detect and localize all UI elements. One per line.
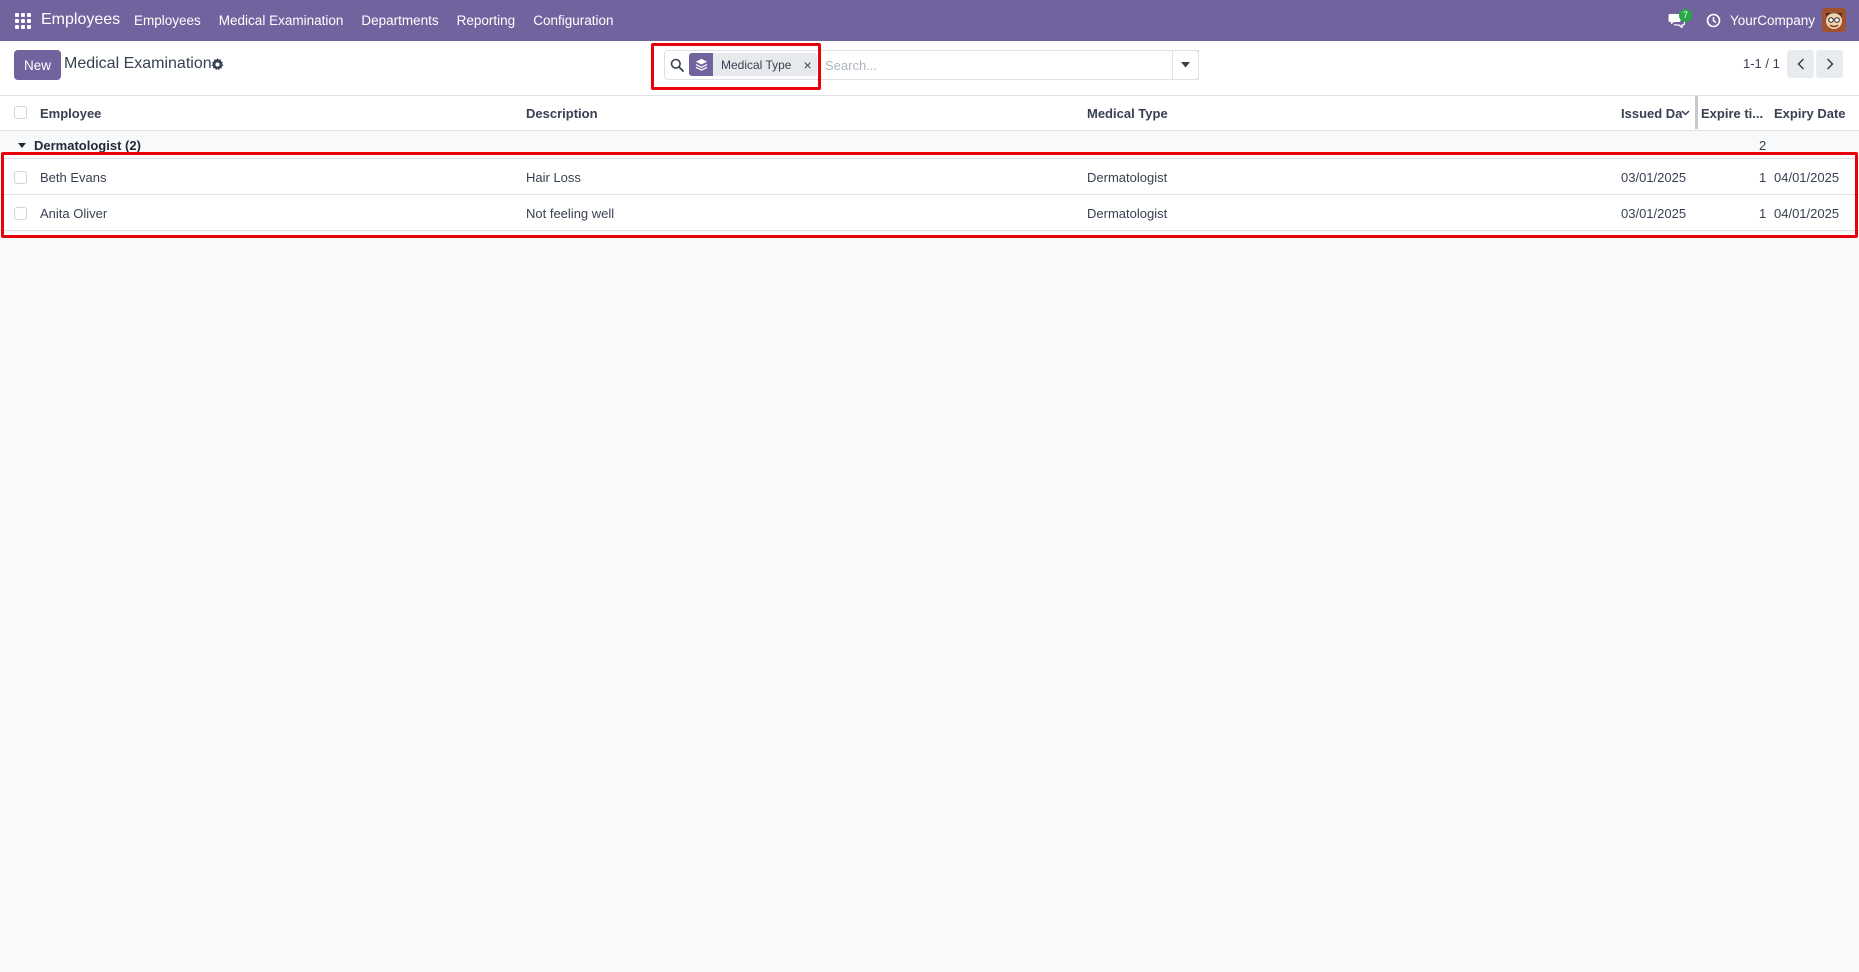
user-avatar[interactable] bbox=[1822, 8, 1846, 32]
menu-item-medical-examination[interactable]: Medical Examination bbox=[219, 13, 344, 28]
search-input[interactable] bbox=[825, 54, 1165, 76]
cell-issued-date: 03/01/2025 bbox=[1621, 206, 1687, 221]
top-navbar: Employees Employees Medical Examination … bbox=[0, 0, 1859, 41]
pager-previous-button[interactable] bbox=[1787, 50, 1814, 78]
cell-expire-time: 1 bbox=[1759, 170, 1767, 185]
page-title: Medical Examination bbox=[64, 55, 212, 72]
menu-item-employees[interactable]: Employees bbox=[134, 13, 201, 28]
column-header-issued-date[interactable]: Issued Da bbox=[1621, 106, 1682, 121]
cell-expire-time: 1 bbox=[1759, 206, 1767, 221]
cell-description: Hair Loss bbox=[526, 170, 581, 185]
control-panel: New Medical Examination Medical Type × 1… bbox=[0, 41, 1859, 96]
caret-down-icon bbox=[18, 143, 26, 148]
cell-description: Not feeling well bbox=[526, 206, 615, 221]
company-switcher[interactable]: YourCompany bbox=[1730, 13, 1815, 28]
sort-chevron-down-icon[interactable] bbox=[1681, 110, 1690, 116]
column-header-employee[interactable]: Employee bbox=[40, 106, 101, 121]
group-row-dermatologist[interactable]: Dermatologist (2) 2 bbox=[0, 131, 1859, 159]
cell-expiry-date: 04/01/2025 bbox=[1774, 170, 1840, 185]
app-brand[interactable]: Employees bbox=[41, 11, 120, 29]
chevron-left-icon bbox=[1796, 58, 1804, 70]
gear-icon[interactable] bbox=[211, 58, 224, 71]
chevron-right-icon bbox=[1826, 58, 1834, 70]
menu-item-departments[interactable]: Departments bbox=[361, 13, 438, 28]
column-header-expiry-date[interactable]: Expiry Date bbox=[1774, 106, 1846, 121]
group-label: Dermatologist (2) bbox=[34, 138, 141, 153]
menu-item-configuration[interactable]: Configuration bbox=[533, 13, 613, 28]
avatar-face-icon bbox=[1822, 8, 1846, 32]
activity-clock-icon[interactable] bbox=[1706, 13, 1721, 28]
row-checkbox[interactable] bbox=[14, 171, 27, 184]
table-row[interactable]: Anita Oliver Not feeling well Dermatolog… bbox=[0, 195, 1859, 231]
facet-highlight-frame bbox=[651, 43, 821, 90]
row-checkbox[interactable] bbox=[14, 207, 27, 220]
app-menu-icon[interactable] bbox=[15, 13, 31, 29]
pager-next-button[interactable] bbox=[1816, 50, 1843, 78]
table-header: Employee Description Medical Type Issued… bbox=[0, 96, 1859, 131]
cell-issued-date: 03/01/2025 bbox=[1621, 170, 1687, 185]
cell-medical-type: Dermatologist bbox=[1087, 206, 1168, 221]
chat-badge: 7 bbox=[1679, 9, 1692, 22]
table-row[interactable]: Beth Evans Hair Loss Dermatologist 03/01… bbox=[0, 159, 1859, 195]
cell-employee: Beth Evans bbox=[40, 170, 107, 185]
caret-down-icon bbox=[1181, 62, 1190, 68]
main-menu: Employees Medical Examination Department… bbox=[134, 13, 632, 28]
cell-expiry-date: 04/01/2025 bbox=[1774, 206, 1840, 221]
cell-medical-type: Dermatologist bbox=[1087, 170, 1168, 185]
new-button[interactable]: New bbox=[14, 50, 61, 80]
column-header-expire-time[interactable]: Expire ti... bbox=[1701, 106, 1763, 121]
group-aggregate: 2 bbox=[1759, 138, 1767, 153]
column-resize-handle[interactable] bbox=[1695, 96, 1698, 129]
search-options-toggle[interactable] bbox=[1172, 50, 1199, 80]
column-header-description[interactable]: Description bbox=[526, 106, 598, 121]
list-view-table: Employee Description Medical Type Issued… bbox=[0, 96, 1859, 231]
select-all-checkbox[interactable] bbox=[14, 106, 27, 119]
menu-item-reporting[interactable]: Reporting bbox=[457, 13, 516, 28]
cell-employee: Anita Oliver bbox=[40, 206, 108, 221]
pager-value[interactable]: 1-1 / 1 bbox=[1743, 56, 1780, 71]
column-header-medical-type[interactable]: Medical Type bbox=[1087, 106, 1168, 121]
